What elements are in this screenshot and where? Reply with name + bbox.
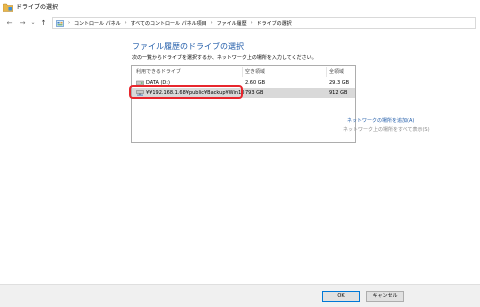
breadcrumb-control-panel[interactable]: コントロール パネル: [74, 20, 121, 27]
ok-button[interactable]: OK: [322, 291, 360, 302]
drive-free-space: 793 GB: [245, 90, 264, 96]
drive-list: 利用できるドライブ 空き領域 全領域 DATA (D:) 2.60 GB 29.…: [131, 65, 356, 143]
drive-free-space: 2.60 GB: [245, 80, 266, 86]
main-content: ファイル履歴のドライブの選択 次の一覧からドライブを選択するか、ネットワーク上の…: [0, 30, 480, 284]
drive-total-space: 912 GB: [329, 90, 348, 96]
column-divider[interactable]: [326, 67, 327, 77]
forward-button[interactable]: →: [18, 18, 27, 28]
breadcrumb-file-history[interactable]: ファイル履歴: [217, 20, 247, 27]
window-title: ドライブの選択: [16, 4, 59, 11]
recent-locations-dropdown[interactable]: ⌄: [30, 18, 36, 28]
control-panel-icon: [56, 20, 64, 27]
navigation-bar: ← → ⌄ ↑ › コントロール パネル › すべてのコントロール パネル項目 …: [0, 16, 480, 30]
page-title: ファイル履歴のドライブの選択: [132, 42, 244, 51]
breadcrumb: › コントロール パネル › すべてのコントロール パネル項目 › ファイル履歴…: [67, 18, 292, 28]
breadcrumb-separator-icon: ›: [250, 20, 253, 26]
breadcrumb-separator-icon: ›: [124, 20, 127, 26]
folder-icon: [3, 3, 13, 12]
back-button[interactable]: ←: [5, 18, 14, 28]
breadcrumb-separator-icon: ›: [210, 20, 213, 26]
add-network-location-link[interactable]: ネットワークの場所を追加(A): [347, 118, 414, 125]
breadcrumb-all-items[interactable]: すべてのコントロール パネル項目: [131, 20, 207, 27]
address-bar[interactable]: › コントロール パネル › すべてのコントロール パネル項目 › ファイル履歴…: [52, 17, 476, 29]
cancel-button[interactable]: キャンセル: [366, 291, 404, 302]
instruction-text: 次の一覧からドライブを選択するか、ネットワーク上の場所を入力してください。: [132, 55, 317, 61]
drive-list-header: 利用できるドライブ 空き領域 全領域: [132, 66, 355, 78]
selection-highlight-annotation: [129, 85, 243, 99]
drive-total-space: 29.3 GB: [329, 80, 350, 86]
column-header-drive[interactable]: 利用できるドライブ: [136, 68, 181, 76]
dialog-footer: OK キャンセル: [0, 284, 480, 307]
breadcrumb-select-drive[interactable]: ドライブの選択: [257, 20, 292, 27]
show-all-network-locations-link[interactable]: ネットワーク上の場所をすべて表示(S): [343, 127, 430, 134]
column-divider[interactable]: [242, 67, 243, 77]
breadcrumb-separator-icon: ›: [68, 20, 70, 26]
column-header-total-space[interactable]: 全領域: [329, 68, 344, 76]
column-header-free-space[interactable]: 空き領域: [245, 68, 265, 76]
title-bar: ドライブの選択: [0, 0, 480, 16]
up-button[interactable]: ↑: [39, 18, 48, 28]
